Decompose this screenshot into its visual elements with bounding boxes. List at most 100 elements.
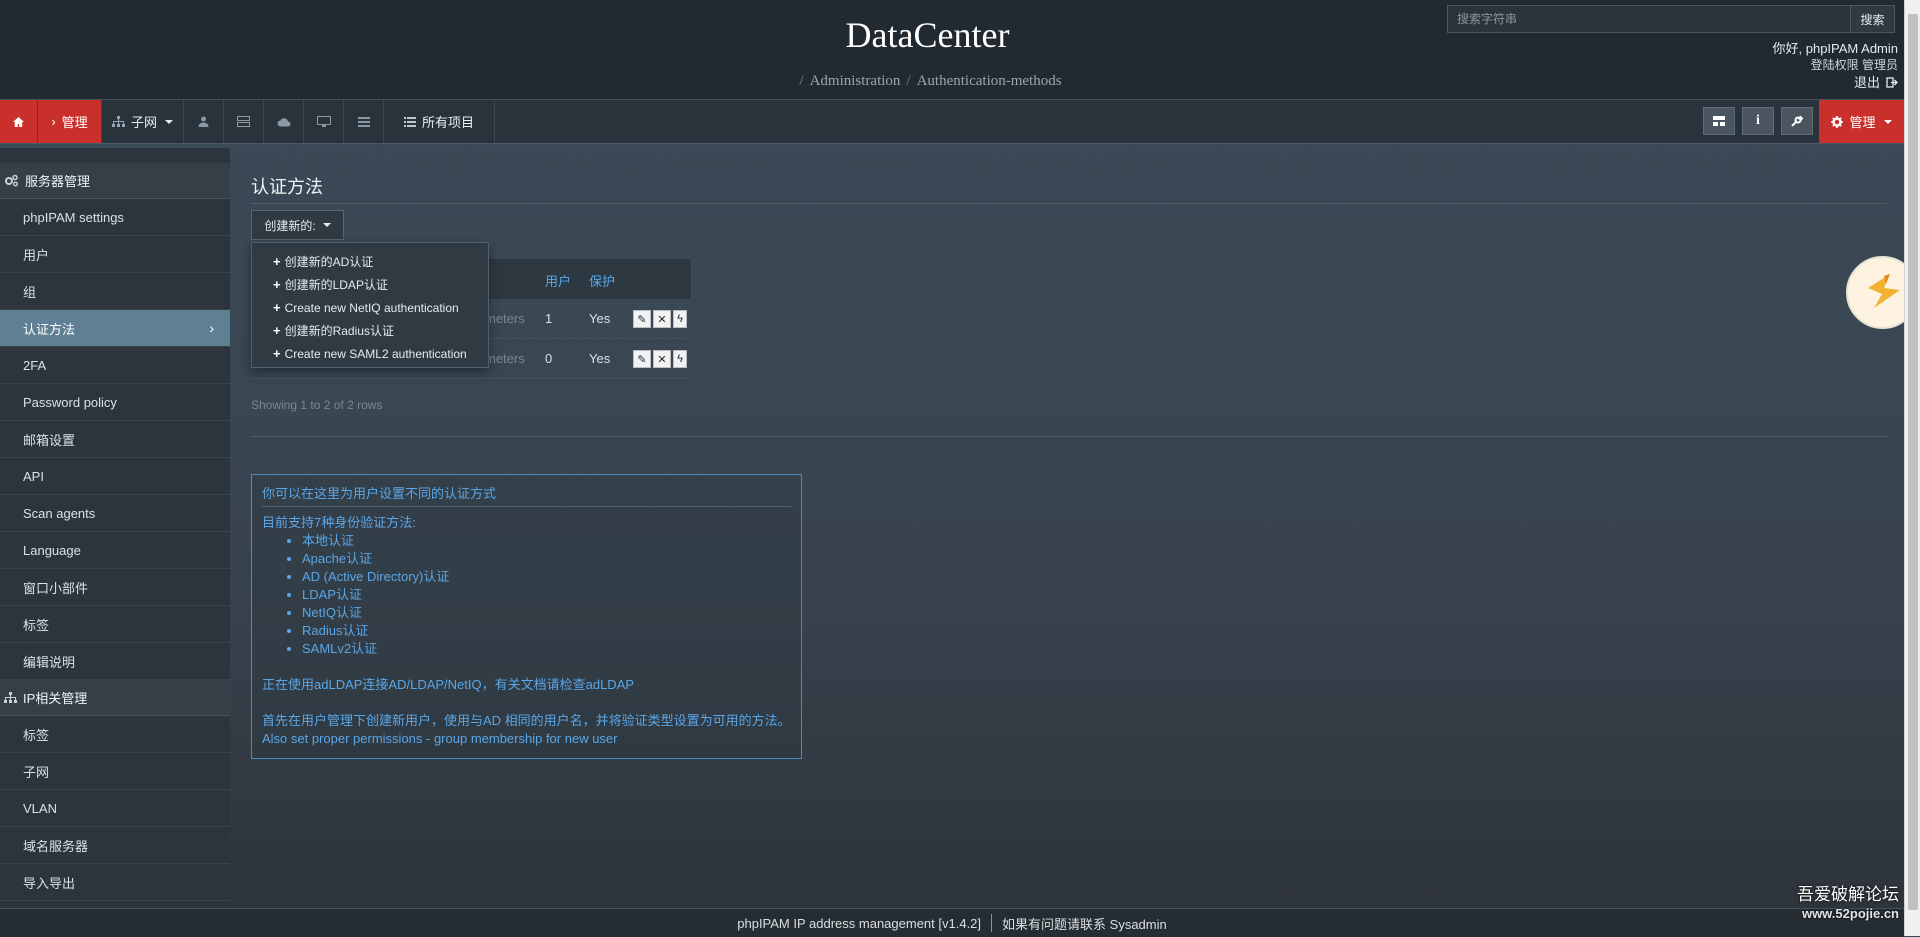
menu-item-create-netiq[interactable]: + Create new NetIQ authentication	[252, 296, 488, 319]
list-item: NetIQ认证	[302, 604, 791, 622]
plus-icon: +	[273, 300, 281, 315]
dashboard-icon	[1713, 116, 1725, 126]
nav-devices[interactable]	[224, 100, 264, 143]
cloud-icon	[277, 117, 290, 126]
caret-down-icon	[322, 223, 331, 227]
nav-cloud[interactable]	[264, 100, 304, 143]
scrollbar-thumb[interactable]	[1908, 14, 1918, 910]
nav-all-items[interactable]: 所有项目	[384, 100, 495, 143]
menu-item-create-saml2[interactable]: + Create new SAML2 authentication	[252, 342, 488, 365]
sidebar-item-users[interactable]: 用户	[0, 236, 230, 273]
info-supported-intro: 目前支持7种身份验证方法:	[262, 515, 416, 530]
sidebar-section-ip-label: IP相关管理	[23, 691, 88, 706]
sidebar-item-nameservers[interactable]: 域名服务器	[0, 827, 230, 864]
sidebar-item-label: 认证方法	[23, 321, 76, 337]
menu-item-create-ad[interactable]: + 创建新的AD认证	[252, 250, 488, 273]
search-input[interactable]	[1447, 5, 1851, 33]
delete-button[interactable]: ✕	[653, 310, 671, 328]
delete-button[interactable]: ✕	[653, 350, 671, 368]
gear-icon	[1831, 115, 1844, 128]
menu-item-label: 创建新的AD认证	[284, 255, 374, 269]
bars-icon	[357, 116, 370, 127]
sitemap-icon	[111, 116, 125, 127]
sidebar: 服务器管理 phpIPAM settings 用户 组 认证方法 › 2FA P…	[0, 148, 230, 908]
user-greeting: 你好, phpIPAM Admin	[1772, 41, 1898, 56]
plus-icon: +	[273, 346, 281, 361]
nav-users[interactable]	[184, 100, 224, 143]
footer-version[interactable]: phpIPAM IP address management [v1.4.2]	[737, 916, 981, 931]
sidebar-item-widgets[interactable]: 窗口小部件	[0, 569, 230, 606]
footer: phpIPAM IP address management [v1.4.2] 如…	[0, 908, 1904, 937]
edit-button[interactable]: ✎	[633, 310, 651, 328]
column-header-protected[interactable]: 保护	[589, 271, 615, 290]
sidebar-item-2fa[interactable]: 2FA	[0, 347, 230, 384]
sidebar-item-tags[interactable]: 标签	[0, 606, 230, 643]
test-button[interactable]: ϟ	[673, 310, 687, 328]
breadcrumb-administration[interactable]: Administration	[810, 73, 901, 89]
sidebar-item-language[interactable]: Language	[0, 532, 230, 569]
desktop-icon	[316, 115, 331, 127]
sidebar-item-mail-settings[interactable]: 邮箱设置	[0, 421, 230, 458]
caret-down-icon	[1883, 119, 1892, 124]
create-new-label: 创建新的:	[264, 218, 316, 233]
user-links[interactable]: 登陆权限 管理员	[1773, 57, 1898, 74]
page-scrollbar[interactable]	[1904, 0, 1920, 936]
menu-item-create-radius[interactable]: + 创建新的Radius认证	[252, 319, 488, 342]
header: DataCenter / Administration / Authenticatio…	[0, 0, 1920, 100]
bolt-icon: ϟ	[677, 313, 683, 325]
cell-params: meters	[485, 351, 525, 366]
dashboard-button[interactable]	[1703, 107, 1735, 135]
watermark: 吾爱破解论坛 www.52pojie.cn	[1797, 885, 1899, 923]
logout-link[interactable]: 退出	[1854, 74, 1898, 91]
pencil-icon: ✎	[637, 353, 647, 366]
wrench-icon	[1791, 115, 1803, 127]
sidebar-item-ip-tags[interactable]: 标签	[0, 716, 230, 753]
list-item: LDAP认证	[302, 586, 791, 604]
sidebar-item-settings[interactable]: phpIPAM settings	[0, 199, 230, 236]
test-button[interactable]: ϟ	[673, 350, 687, 368]
watermark-url: www.52pojie.cn	[1801, 906, 1899, 921]
tools-button[interactable]	[1781, 107, 1813, 135]
edit-button[interactable]: ✎	[633, 350, 651, 368]
sidebar-item-edit-instructions[interactable]: 编辑说明	[0, 643, 230, 680]
sidebar-item-password-policy[interactable]: Password policy	[0, 384, 230, 421]
create-new-dropdown-menu: + 创建新的AD认证 + 创建新的LDAP认证 + Create new NetIQ …	[251, 242, 489, 368]
info-icon: i	[1756, 113, 1760, 128]
list-item: AD (Active Directory)认证	[302, 568, 791, 586]
caret-down-icon	[165, 119, 173, 124]
logout-icon	[1886, 77, 1898, 88]
sidebar-item-api[interactable]: API	[0, 458, 230, 495]
nav-desktop[interactable]	[304, 100, 344, 143]
menu-item-create-ldap[interactable]: + 创建新的LDAP认证	[252, 273, 488, 296]
menu-item-label: 创建新的LDAP认证	[284, 278, 388, 292]
watermark-title: 吾爱破解论坛	[1797, 885, 1899, 904]
server-icon	[237, 116, 250, 127]
info-adldap-note[interactable]: 正在使用adLDAP连接AD/LDAP/NetIQ，有关文档请检查adLDAP	[262, 676, 791, 694]
create-new-button[interactable]: 创建新的:	[251, 210, 344, 240]
nav-admin-crumb[interactable]: › 管理	[38, 100, 102, 143]
info-button[interactable]: i	[1742, 107, 1774, 135]
sidebar-item-authentication-methods[interactable]: 认证方法 ›	[0, 310, 230, 347]
search-button[interactable]: 搜索	[1851, 5, 1895, 33]
breadcrumb-authentication-methods[interactable]: Authentication-methods	[917, 73, 1062, 89]
divider	[251, 436, 1887, 437]
sidebar-section-server-label: 服务器管理	[25, 174, 91, 189]
plus-icon: +	[273, 323, 281, 338]
sidebar-item-vlan[interactable]: VLAN	[0, 790, 230, 827]
close-icon: ✕	[657, 313, 667, 326]
sidebar-item-import-export[interactable]: 导入导出	[0, 864, 230, 901]
sidebar-item-subnets[interactable]: 子网	[0, 753, 230, 790]
footer-contact[interactable]: 如果有问题请联系 Sysadmin	[1002, 914, 1167, 933]
nav-list[interactable]	[344, 100, 384, 143]
nav-subnets[interactable]: 子网	[102, 100, 184, 143]
info-user-note: 首先在用户管理下创建新用户，使用与AD 相同的用户名，并将验证类型设置为可用的方…	[262, 713, 791, 728]
home-button[interactable]	[0, 100, 38, 143]
column-header-users[interactable]: 用户	[545, 271, 571, 290]
menu-item-label: Create new SAML2 authentication	[284, 346, 467, 361]
pencil-icon: ✎	[637, 313, 647, 326]
sidebar-item-scan-agents[interactable]: Scan agents	[0, 495, 230, 532]
admin-menu-button[interactable]: 管理	[1819, 100, 1904, 143]
sitemap-icon	[4, 692, 17, 703]
sidebar-item-groups[interactable]: 组	[0, 273, 230, 310]
nav-admin-crumb-label: 管理	[61, 115, 88, 130]
